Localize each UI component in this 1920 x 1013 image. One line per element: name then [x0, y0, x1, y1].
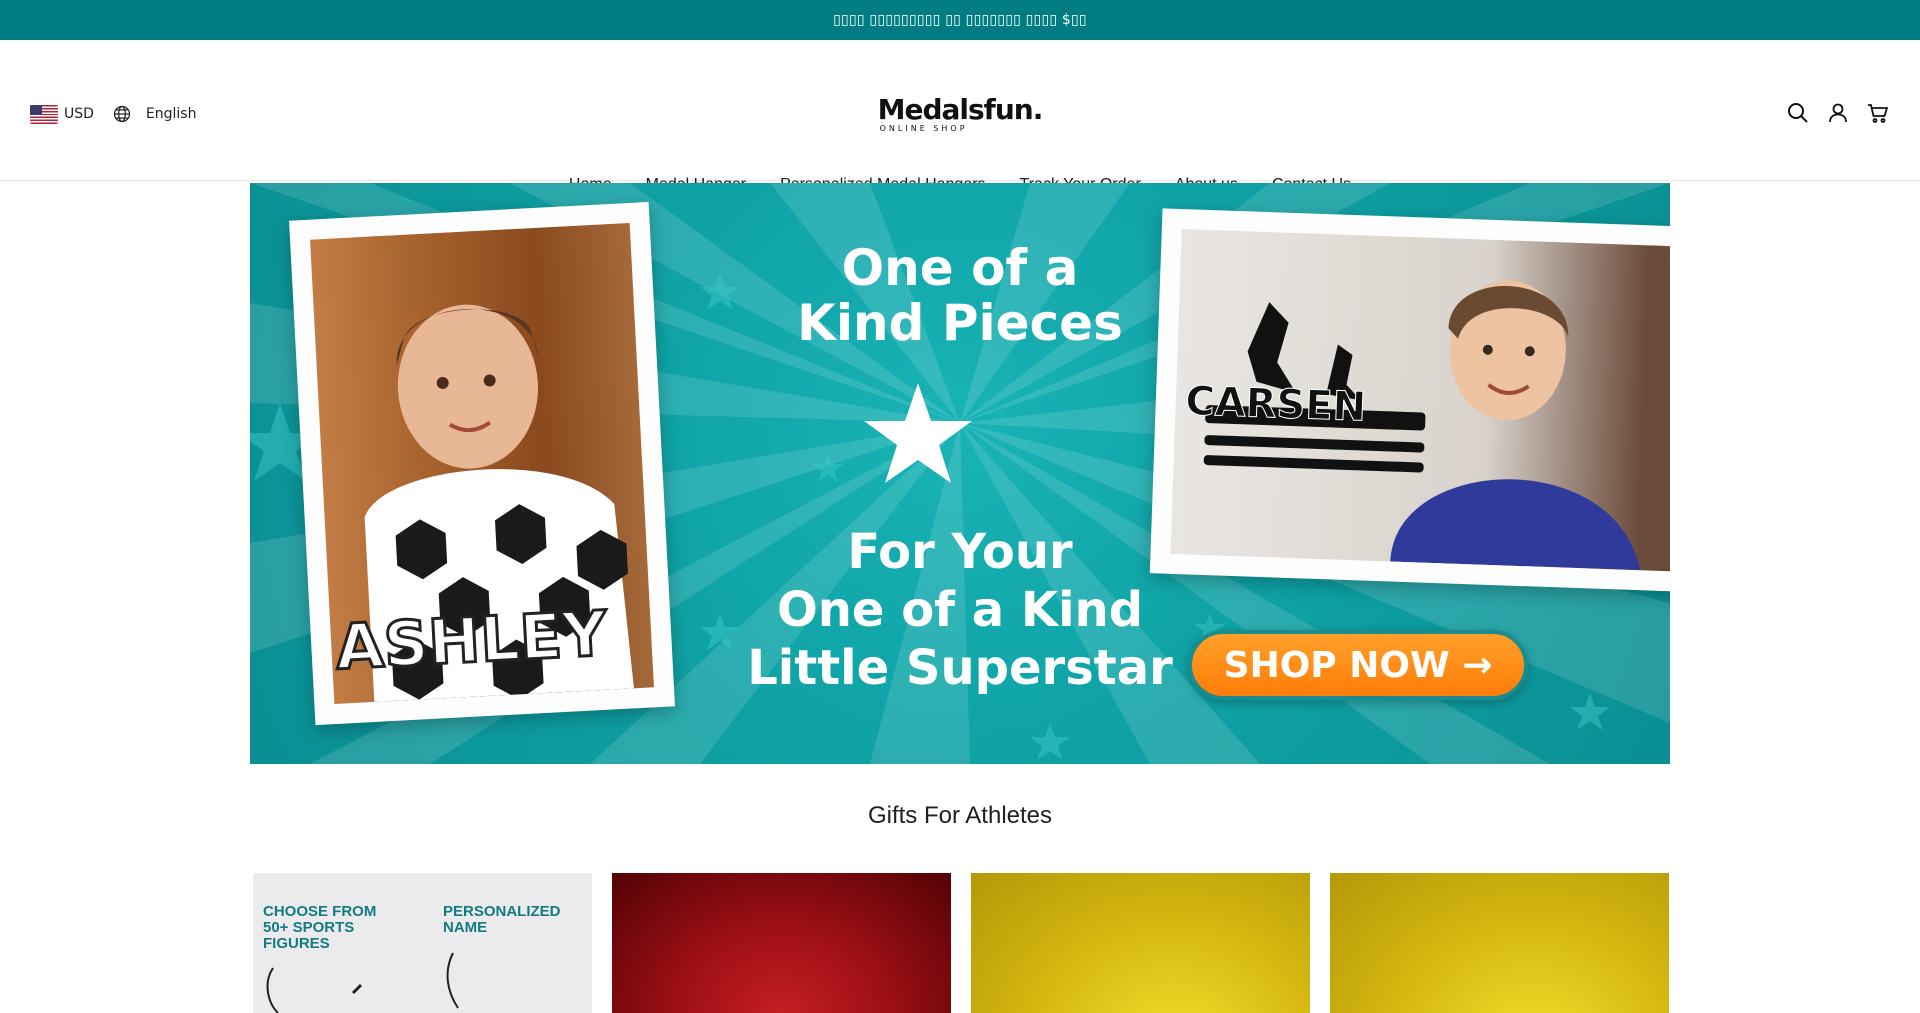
currency-selector[interactable]: USD: [30, 104, 94, 124]
right-photo-name: CARSEN: [1185, 378, 1367, 430]
section-title: Gifts For Athletes: [867, 802, 1053, 829]
logo-text: Medalsfun.: [877, 93, 1044, 126]
account-icon[interactable]: [1826, 101, 1850, 125]
product-card[interactable]: CHOOSE FROM 50+ SPORTS FIGURES PERSONALI…: [253, 873, 592, 1013]
card-arrows-decoration: [266, 952, 459, 1013]
product-card[interactable]: [971, 873, 1310, 1013]
announcement-text: ▯▯▯▯ ▯▯▯▯▯▯▯▯▯ ▯▯ ▯▯▯▯▯▯▯ ▯▯▯▯ $▯▯: [833, 12, 1087, 28]
hero-subtitle-line1: For Your: [847, 524, 1073, 580]
product-cards: CHOOSE FROM 50+ SPORTS FIGURES PERSONALI…: [253, 873, 1669, 1013]
language-label: English: [145, 106, 197, 122]
announcement-bar: ▯▯▯▯ ▯▯▯▯▯▯▯▯▯ ▯▯ ▯▯▯▯▯▯▯ ▯▯▯▯ $▯▯: [0, 0, 1920, 40]
cart-icon[interactable]: [1866, 101, 1890, 125]
search-icon[interactable]: [1786, 101, 1810, 125]
hero-title-line2: Kind Pieces: [797, 294, 1123, 352]
site-logo[interactable]: Medalsfun. ONLINE SHOP: [877, 93, 1044, 134]
header-icons: [1786, 101, 1890, 125]
product-card[interactable]: [1330, 873, 1669, 1013]
globe-icon: [113, 105, 131, 123]
currency-label: USD: [64, 106, 94, 122]
site-header: USD English Medalsfun. ONLINE SHOP Home …: [0, 40, 1920, 193]
hero-banner[interactable]: ASHLEY CARSEN One of a Kind Pieces For Y: [250, 183, 1670, 764]
product-card[interactable]: [612, 873, 951, 1013]
shop-now-button[interactable]: SHOP NOW →: [1188, 630, 1528, 700]
language-selector[interactable]: English: [112, 104, 197, 124]
us-flag-icon: [30, 104, 58, 124]
hero-title-line1: One of a: [841, 239, 1079, 297]
locale-selectors: USD English: [30, 104, 196, 124]
